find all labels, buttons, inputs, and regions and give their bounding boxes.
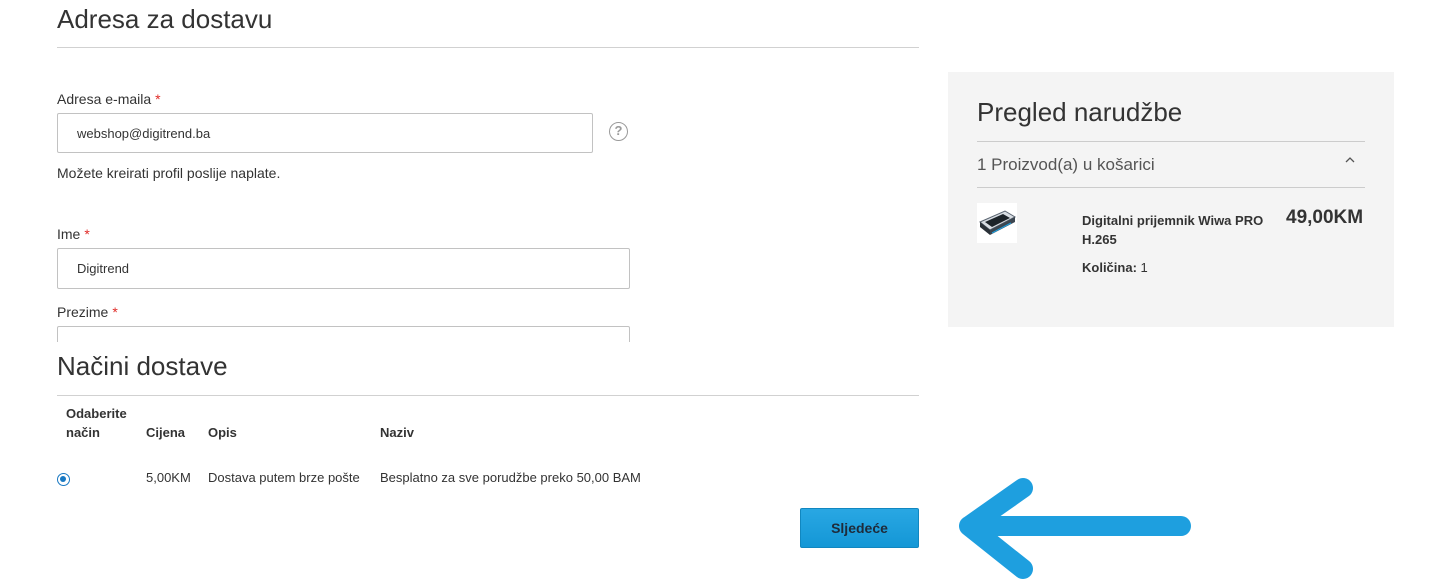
create-account-note: Možete kreirati profil poslije naplate. bbox=[57, 165, 281, 181]
next-button[interactable]: Sljedeće bbox=[800, 508, 919, 548]
column-select-line1: Odaberite bbox=[66, 406, 127, 421]
last-name-field[interactable] bbox=[57, 326, 630, 342]
last-name-label: Prezime * bbox=[57, 304, 118, 320]
product-name: Digitalni prijemnik Wiwa PRO H.265 bbox=[1082, 213, 1264, 247]
order-summary-divider-bottom bbox=[977, 187, 1365, 188]
first-name-label: Ime * bbox=[57, 226, 90, 242]
first-name-required-mark: * bbox=[84, 226, 90, 242]
last-name-label-text: Prezime bbox=[57, 304, 109, 320]
column-price: Cijena bbox=[146, 425, 186, 440]
shipping-address-title: Adresa za dostavu bbox=[57, 4, 273, 34]
product-price: 49,00KM bbox=[1286, 207, 1364, 228]
shipping-address-divider bbox=[57, 47, 919, 48]
email-field[interactable]: webshop@digitrend.ba bbox=[57, 113, 593, 153]
column-select-line2: način bbox=[66, 425, 100, 440]
shipping-method-description: Dostava putem brze pošte bbox=[208, 470, 360, 485]
column-name: Naziv bbox=[380, 425, 414, 440]
email-field-value: webshop@digitrend.ba bbox=[77, 125, 211, 141]
email-label: Adresa e-maila * bbox=[57, 91, 161, 107]
product-quantity: Količina: 1 bbox=[1082, 260, 1148, 275]
email-required-mark: * bbox=[155, 91, 161, 107]
column-description: Opis bbox=[208, 425, 237, 440]
order-summary-divider-top bbox=[977, 141, 1365, 142]
quantity-value: 1 bbox=[1140, 260, 1148, 275]
arrow-left-icon bbox=[950, 470, 1200, 582]
last-name-field-clip bbox=[57, 326, 630, 342]
first-name-field[interactable]: Digitrend bbox=[57, 248, 630, 289]
shipping-method-price: 5,00KM bbox=[146, 470, 191, 485]
first-name-label-text: Ime bbox=[57, 226, 81, 242]
shipping-method-radio[interactable] bbox=[57, 473, 70, 486]
product-thumbnail bbox=[977, 203, 1017, 243]
next-button-label: Sljedeće bbox=[831, 520, 888, 536]
quantity-label: Količina: bbox=[1082, 260, 1137, 275]
question-circle-icon[interactable]: ? bbox=[609, 122, 628, 141]
order-summary-title: Pregled narudžbe bbox=[977, 97, 1183, 127]
shipping-methods-title: Načini dostave bbox=[57, 351, 228, 381]
shipping-method-name: Besplatno za sve porudžbe preko 50,00 BA… bbox=[380, 470, 641, 485]
email-label-text: Adresa e-maila bbox=[57, 91, 152, 107]
column-select-method: Odaberite način bbox=[66, 404, 127, 442]
chevron-up-icon[interactable] bbox=[1342, 152, 1358, 168]
shipping-methods-divider bbox=[57, 395, 919, 396]
cart-item-count[interactable]: 1 Proizvod(a) u košarici bbox=[977, 155, 1155, 175]
first-name-field-value: Digitrend bbox=[77, 261, 130, 276]
last-name-required-mark: * bbox=[112, 304, 118, 320]
